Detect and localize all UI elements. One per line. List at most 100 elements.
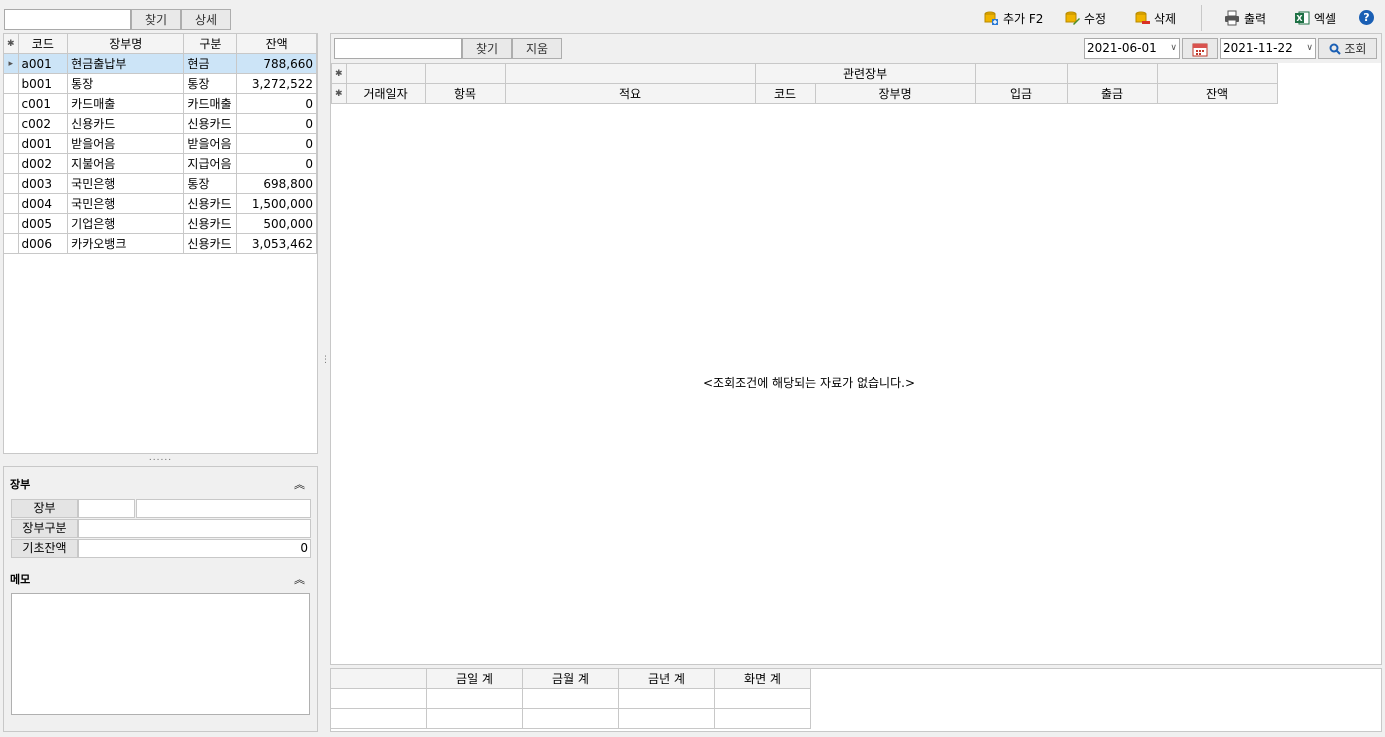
table-row[interactable]: d002 지불어음 지급어음 0 bbox=[4, 153, 317, 174]
cell-name[interactable]: 현금출납부 bbox=[67, 53, 185, 74]
row-header-cell[interactable] bbox=[4, 113, 19, 134]
book-find-button[interactable]: 찾기 bbox=[131, 9, 181, 30]
calendar-button[interactable] bbox=[1182, 38, 1218, 59]
cell-name[interactable]: 카드매출 bbox=[67, 93, 185, 114]
row-indicator-icon[interactable]: ▸ bbox=[4, 53, 19, 74]
cell-code[interactable]: d001 bbox=[17, 133, 69, 154]
collapse-detail-icon[interactable]: ︽ bbox=[294, 476, 305, 492]
delete-button[interactable]: 삭제 bbox=[1134, 7, 1176, 29]
table-row[interactable]: d006 카카오뱅크 신용카드 3,053,462 bbox=[4, 233, 317, 254]
cell-name[interactable]: 기업은행 bbox=[67, 213, 185, 234]
date-to-field[interactable]: 2021-11-22 ∨ bbox=[1220, 38, 1316, 59]
cell-name[interactable]: 국민은행 bbox=[67, 193, 185, 214]
table-row[interactable]: d005 기업은행 신용카드 500,000 bbox=[4, 213, 317, 234]
cell-type[interactable]: 통장 bbox=[183, 173, 238, 194]
table-row[interactable]: d003 국민은행 통장 698,800 bbox=[4, 173, 317, 194]
cell-type[interactable]: 통장 bbox=[183, 73, 238, 94]
row-header-cell[interactable] bbox=[4, 233, 19, 254]
cell-balance[interactable]: 0 bbox=[236, 113, 317, 134]
cell-code[interactable]: d006 bbox=[17, 233, 69, 254]
date-from-field[interactable]: 2021-06-01 ∨ bbox=[1084, 38, 1180, 59]
table-row[interactable]: d001 받을어음 받을어음 0 bbox=[4, 133, 317, 154]
col-header-name[interactable]: 장부명 bbox=[814, 83, 976, 104]
table-row[interactable]: c002 신용카드 신용카드 0 bbox=[4, 113, 317, 134]
cell-name[interactable]: 통장 bbox=[67, 73, 185, 94]
help-icon[interactable]: ? bbox=[1359, 10, 1374, 25]
table-row[interactable]: ▸ a001 현금출납부 현금 788,660 bbox=[4, 53, 317, 74]
book-type-field[interactable] bbox=[78, 519, 311, 538]
cell-code[interactable]: c001 bbox=[17, 93, 69, 114]
cell-balance[interactable]: 0 bbox=[236, 153, 317, 174]
query-button[interactable]: 조회 bbox=[1318, 38, 1377, 59]
col-header-code[interactable]: 코드 bbox=[754, 83, 816, 104]
cell-balance[interactable]: 3,053,462 bbox=[236, 233, 317, 254]
cell-code[interactable]: d005 bbox=[17, 213, 69, 234]
row-header-cell[interactable] bbox=[4, 153, 19, 174]
add-button[interactable]: 추가 F2 bbox=[983, 7, 1043, 29]
vertical-splitter[interactable]: ⋮ bbox=[321, 356, 330, 378]
col-header-out[interactable]: 출금 bbox=[1066, 83, 1158, 104]
splitter-handle[interactable]: ...... bbox=[3, 454, 318, 465]
cell-type[interactable]: 신용카드 bbox=[183, 213, 238, 234]
row-header-cell[interactable] bbox=[4, 133, 19, 154]
cell-type[interactable]: 신용카드 bbox=[183, 193, 238, 214]
cell-type[interactable]: 신용카드 bbox=[183, 113, 238, 134]
col-header-memo[interactable]: 적요 bbox=[504, 83, 756, 104]
cell-name[interactable]: 카카오뱅크 bbox=[67, 233, 185, 254]
col-header-name[interactable]: 장부명 bbox=[67, 34, 185, 54]
book-search-input[interactable] bbox=[4, 9, 131, 30]
memo-textarea[interactable] bbox=[11, 593, 310, 715]
row-header-cell[interactable] bbox=[4, 193, 19, 214]
cell-code[interactable]: a001 bbox=[17, 53, 69, 74]
col-header-balance[interactable]: 잔액 bbox=[1156, 83, 1278, 104]
cell-type[interactable]: 받을어음 bbox=[183, 133, 238, 154]
print-button[interactable]: 출력 bbox=[1224, 7, 1266, 29]
ledger-search-input[interactable] bbox=[334, 38, 462, 59]
cell-code[interactable]: d004 bbox=[17, 193, 69, 214]
col-header-type[interactable]: 구분 bbox=[183, 34, 238, 54]
chevron-down-icon[interactable]: ∨ bbox=[1306, 39, 1313, 58]
cell-type[interactable]: 현금 bbox=[183, 53, 238, 74]
opening-balance-field[interactable]: 0 bbox=[78, 539, 311, 558]
cell-balance[interactable]: 0 bbox=[236, 133, 317, 154]
row-header-cell[interactable] bbox=[4, 93, 19, 114]
cell-type[interactable]: 지급어음 bbox=[183, 153, 238, 174]
ledger-clear-button[interactable]: 지움 bbox=[512, 38, 562, 59]
row-header-cell[interactable] bbox=[4, 173, 19, 194]
excel-button[interactable]: X 엑셀 bbox=[1294, 7, 1336, 29]
cell-code[interactable]: d003 bbox=[17, 173, 69, 194]
col-header-in[interactable]: 입금 bbox=[974, 83, 1068, 104]
cell-type[interactable]: 신용카드 bbox=[183, 233, 238, 254]
row-header-cell[interactable] bbox=[4, 213, 19, 234]
row-header-cell[interactable] bbox=[4, 73, 19, 94]
cell-name[interactable]: 국민은행 bbox=[67, 173, 185, 194]
table-row[interactable]: d004 국민은행 신용카드 1,500,000 bbox=[4, 193, 317, 214]
book-code-field[interactable] bbox=[78, 499, 135, 518]
cell-balance[interactable]: 3,272,522 bbox=[236, 73, 317, 94]
cell-balance[interactable]: 788,660 bbox=[236, 53, 317, 74]
col-header-date[interactable]: 거래일자 bbox=[345, 83, 426, 104]
cell-name[interactable]: 지불어음 bbox=[67, 153, 185, 174]
book-name-field[interactable] bbox=[136, 499, 311, 518]
table-row[interactable]: c001 카드매출 카드매출 0 bbox=[4, 93, 317, 114]
cell-name[interactable]: 받을어음 bbox=[67, 133, 185, 154]
col-header-item[interactable]: 항목 bbox=[424, 83, 506, 104]
col-header-code[interactable]: 코드 bbox=[17, 34, 69, 54]
cell-code[interactable]: c002 bbox=[17, 113, 69, 134]
cell-balance[interactable]: 0 bbox=[236, 93, 317, 114]
col-header-balance[interactable]: 잔액 bbox=[236, 34, 317, 54]
collapse-memo-icon[interactable]: ︽ bbox=[294, 571, 305, 587]
edit-button[interactable]: 수정 bbox=[1064, 7, 1106, 29]
table-row[interactable]: b001 통장 통장 3,272,522 bbox=[4, 73, 317, 94]
cell-code[interactable]: b001 bbox=[17, 73, 69, 94]
ledger-find-button[interactable]: 찾기 bbox=[462, 38, 512, 59]
printer-icon bbox=[1225, 10, 1239, 26]
book-detail-button[interactable]: 상세 bbox=[181, 9, 231, 30]
cell-balance[interactable]: 1,500,000 bbox=[236, 193, 317, 214]
cell-type[interactable]: 카드매출 bbox=[183, 93, 238, 114]
cell-balance[interactable]: 698,800 bbox=[236, 173, 317, 194]
cell-name[interactable]: 신용카드 bbox=[67, 113, 185, 134]
cell-code[interactable]: d002 bbox=[17, 153, 69, 174]
chevron-down-icon[interactable]: ∨ bbox=[1170, 39, 1177, 58]
cell-balance[interactable]: 500,000 bbox=[236, 213, 317, 234]
